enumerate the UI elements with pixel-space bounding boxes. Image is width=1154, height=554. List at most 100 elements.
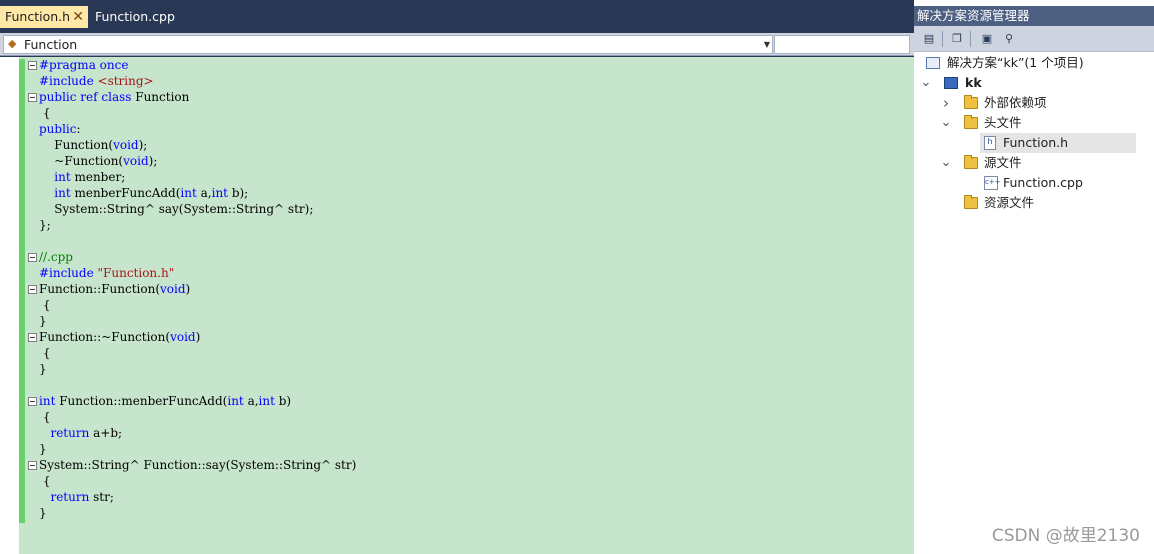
- tab-function-h[interactable]: Function.h ✕: [0, 6, 88, 28]
- code-token: #include: [39, 74, 98, 88]
- code-line[interactable]: System::String^ Function::say(System::St…: [0, 457, 914, 473]
- code-line[interactable]: }: [0, 361, 914, 377]
- code-line[interactable]: {: [0, 297, 914, 313]
- tree-node[interactable]: 解决方案“kk”(1 个项目): [914, 53, 1154, 73]
- code-token: Function: [131, 90, 190, 104]
- code-token: int: [258, 394, 275, 408]
- code-token: //.cpp: [39, 250, 73, 264]
- code-line[interactable]: Function::Function(void): [0, 281, 914, 297]
- code-line[interactable]: public ref class Function: [0, 89, 914, 105]
- code-line[interactable]: {: [0, 345, 914, 361]
- code-text: }: [39, 313, 47, 329]
- code-text: Function::~Function(void): [39, 329, 200, 345]
- code-line[interactable]: int menber;: [0, 169, 914, 185]
- code-text: ~Function(void);: [39, 153, 157, 169]
- code-text: {: [39, 473, 51, 489]
- tree-node[interactable]: 资源文件: [914, 193, 1154, 213]
- code-line[interactable]: {: [0, 409, 914, 425]
- code-line[interactable]: return a+b;: [0, 425, 914, 441]
- collapse-icon[interactable]: [28, 285, 37, 294]
- code-token: Function(: [39, 138, 114, 152]
- toolbar-separator: [970, 31, 971, 47]
- code-token: void: [160, 282, 186, 296]
- tree-node[interactable]: c++ Function.cpp: [914, 173, 1154, 193]
- code-text: }: [39, 505, 47, 521]
- tab-function-cpp[interactable]: Function.cpp: [90, 6, 180, 28]
- code-line[interactable]: public:: [0, 121, 914, 137]
- code-line[interactable]: [0, 377, 914, 393]
- code-line[interactable]: {: [0, 473, 914, 489]
- tree-node-label: Function.h: [1003, 135, 1069, 150]
- code-token: int: [227, 394, 244, 408]
- collapse-icon[interactable]: [28, 397, 37, 406]
- collapse-icon[interactable]: [28, 333, 37, 342]
- code-text: System::String^ Function::say(System::St…: [39, 457, 356, 473]
- tree-node-label: 源文件: [984, 155, 1022, 170]
- code-line[interactable]: Function(void);: [0, 137, 914, 153]
- code-line[interactable]: Function::~Function(void): [0, 329, 914, 345]
- tree-node[interactable]: ⌄ kk: [914, 73, 1154, 93]
- collapse-icon[interactable]: [28, 461, 37, 470]
- folder-icon: [964, 195, 978, 209]
- code-editor[interactable]: #pragma once #include <string> public ref …: [0, 57, 914, 554]
- explorer-toolbar: ▤ ❐ ▣ ⚲: [914, 26, 1154, 52]
- chevron-down-icon[interactable]: ⌄: [940, 113, 952, 133]
- code-text: {: [39, 297, 51, 313]
- code-line[interactable]: }: [0, 313, 914, 329]
- code-line[interactable]: ~Function(void);: [0, 153, 914, 169]
- collapse-icon[interactable]: [28, 93, 37, 102]
- collapse-icon[interactable]: [28, 253, 37, 262]
- properties-icon[interactable]: ▤: [921, 31, 937, 47]
- refresh-icon[interactable]: ▣: [979, 31, 995, 47]
- chevron-down-icon[interactable]: ▼: [764, 40, 770, 49]
- code-token: :: [76, 122, 81, 136]
- code-text: int menber;: [39, 169, 125, 185]
- code-text: }: [39, 361, 47, 377]
- code-line[interactable]: return str;: [0, 489, 914, 505]
- close-icon[interactable]: ✕: [72, 6, 84, 28]
- navigation-bar: ◆ Function ▼: [0, 33, 914, 56]
- code-text: int Function::menberFuncAdd(int a,int b): [39, 393, 291, 409]
- code-line[interactable]: }: [0, 441, 914, 457]
- tree-node[interactable]: ⌄ 头文件: [914, 113, 1154, 133]
- code-token: a+b;: [89, 426, 123, 440]
- code-token: int: [39, 394, 56, 408]
- code-line[interactable]: };: [0, 217, 914, 233]
- code-line[interactable]: {: [0, 105, 914, 121]
- tree-node-label: 资源文件: [984, 195, 1035, 210]
- tree-node[interactable]: ⌄ 源文件: [914, 153, 1154, 173]
- chevron-down-icon[interactable]: ⌄: [920, 73, 932, 93]
- tree-node[interactable]: h Function.h: [914, 133, 1154, 153]
- code-text: {: [39, 105, 51, 121]
- code-line[interactable]: int menberFuncAdd(int a,int b);: [0, 185, 914, 201]
- collapse-icon[interactable]: [28, 61, 37, 70]
- class-view-icon[interactable]: ⚲: [1001, 31, 1017, 47]
- member-dropdown-secondary[interactable]: [774, 35, 910, 54]
- code-line[interactable]: //.cpp: [0, 249, 914, 265]
- code-line[interactable]: #include <string>: [0, 73, 914, 89]
- code-text: public ref class Function: [39, 89, 189, 105]
- tree-node-label: 解决方案“kk”(1 个项目): [947, 55, 1084, 70]
- code-line[interactable]: [0, 233, 914, 249]
- tab-label: Function.cpp: [95, 9, 175, 24]
- chevron-down-icon[interactable]: ⌄: [940, 153, 952, 173]
- code-text: System::String^ say(System::String^ str)…: [39, 201, 313, 217]
- show-all-files-icon[interactable]: ❐: [949, 31, 965, 47]
- code-token: {: [39, 474, 51, 488]
- project-icon: [944, 77, 958, 89]
- chevron-right-icon[interactable]: ›: [940, 93, 952, 113]
- code-token: <string>: [97, 74, 154, 88]
- code-token: int: [180, 186, 197, 200]
- code-token: {: [39, 298, 51, 312]
- code-text: return a+b;: [39, 425, 122, 441]
- code-line[interactable]: #include "Function.h": [0, 265, 914, 281]
- code-line[interactable]: int Function::menberFuncAdd(int a,int b): [0, 393, 914, 409]
- code-token: #pragma once: [39, 58, 129, 72]
- code-line[interactable]: }: [0, 505, 914, 521]
- code-line[interactable]: #pragma once: [0, 57, 914, 73]
- member-dropdown[interactable]: ◆ Function ▼: [3, 35, 773, 54]
- tree-node[interactable]: › 外部依赖项: [914, 93, 1154, 113]
- code-line[interactable]: System::String^ say(System::String^ str)…: [0, 201, 914, 217]
